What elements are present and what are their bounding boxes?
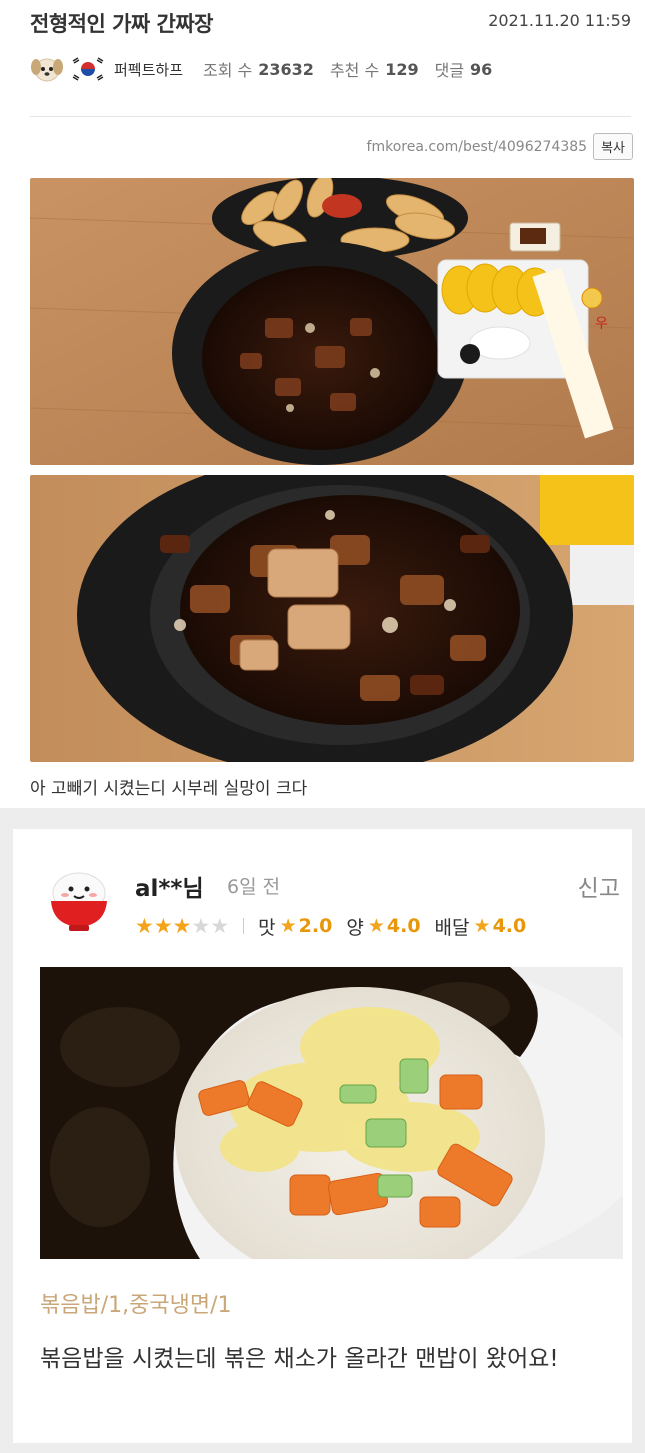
star-filled-icon: ★ [172, 913, 192, 938]
comments-label: 댓글 [434, 61, 465, 80]
star-empty-icon: ★ [191, 913, 211, 938]
overall-stars: ★ ★ ★ ★ ★ [135, 913, 230, 938]
post-date: 2021.11.20 11:59 [488, 11, 631, 30]
review-card: al**님 6일 전 신고 ★ ★ ★ ★ ★ 맛 ★ 2.0 양 ★ 4.0 배달 ★… [13, 829, 632, 1443]
post-url[interactable]: fmkorea.com/best/4096274385 [367, 139, 588, 155]
dog-avatar-icon[interactable] [30, 56, 64, 82]
svg-text:우: 우 [595, 316, 608, 332]
reviewer-name: al**님 [135, 876, 204, 902]
comments-count[interactable]: 96 [470, 60, 492, 79]
rating-label-taste: 맛 [258, 916, 276, 939]
review-menu: 볶음밥/1,중국냉면/1 [40, 1293, 232, 1318]
rating-value-delivery: 4.0 [492, 915, 527, 937]
post-photo-2 [30, 475, 634, 762]
author-name[interactable]: 퍼펙트하프 [114, 59, 183, 80]
rating-separator [243, 918, 245, 934]
rating-label-quantity: 양 [346, 916, 364, 939]
divider [30, 116, 631, 117]
likes-label: 추천 수 [329, 61, 380, 80]
views-label: 조회 수 [203, 61, 253, 80]
post-link-row: fmkorea.com/best/4096274385 복사 [367, 133, 633, 160]
rating-value-quantity: 4.0 [386, 915, 421, 937]
star-icon: ★ [279, 915, 297, 937]
star-filled-icon: ★ [153, 913, 173, 938]
review-time: 6일 전 [227, 876, 281, 898]
star-empty-icon: ★ [210, 913, 230, 938]
post-title: 전형적인 가짜 간짜장 [30, 12, 214, 36]
review-ratings: ★ ★ ★ ★ ★ 맛 ★ 2.0 양 ★ 4.0 배달 ★ 4.0 [135, 911, 540, 941]
korea-flag-icon [70, 56, 106, 82]
review-photo[interactable] [40, 967, 623, 1259]
likes-count: 129 [385, 59, 419, 79]
post-card: 전형적인 가짜 간짜장 2021.11.20 11:59 퍼펙트하프 조회 수 … [0, 0, 645, 808]
rating-label-delivery: 배달 [434, 916, 470, 939]
star-filled-icon: ★ [135, 913, 154, 938]
rice-bowl-avatar-icon [47, 867, 111, 933]
post-caption: 아 고빼기 시켰는디 시부레 실망이 크다 [30, 779, 308, 799]
star-icon: ★ [473, 915, 491, 937]
rating-value-taste: 2.0 [298, 915, 333, 937]
copy-button[interactable]: 복사 [593, 133, 633, 160]
post-photo-1: 우 [30, 178, 634, 465]
post-meta: 퍼펙트하프 조회 수 23632 추천 수 129 댓글 96 [30, 54, 508, 84]
views-count: 23632 [258, 59, 314, 79]
review-text: 볶음밥을 시켰는데 볶은 채소가 올라간 맨밥이 왔어요! [40, 1346, 559, 1372]
star-icon: ★ [367, 915, 385, 937]
report-button[interactable]: 신고 [578, 869, 620, 903]
